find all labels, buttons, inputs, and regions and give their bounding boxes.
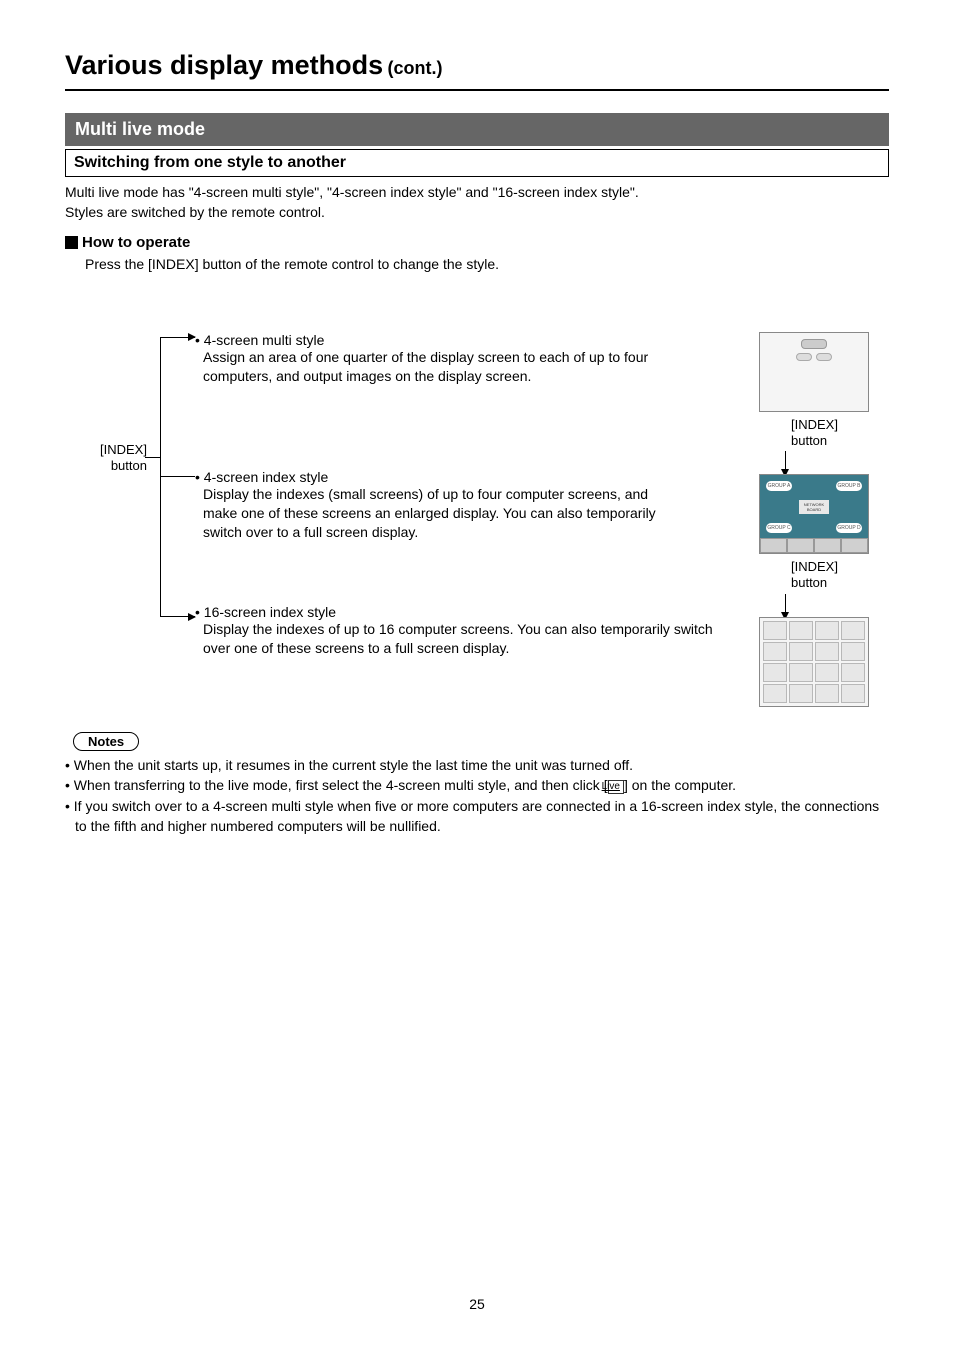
note-text: When transferring to the live mode, firs… xyxy=(74,777,608,793)
how-to-text: Press the [INDEX] button of the remote c… xyxy=(85,256,889,272)
group-node: GROUP C xyxy=(766,523,792,533)
arrow-right-icon xyxy=(160,617,190,618)
page-title-cont: (cont.) xyxy=(388,58,443,78)
style-title: • 4-screen index style xyxy=(195,469,675,485)
live-tag-icon: Live xyxy=(608,780,624,794)
note-text: ] on the computer. xyxy=(624,777,736,793)
style-desc: Display the indexes of up to 16 computer… xyxy=(203,620,715,658)
notes-list: • When the unit starts up, it resumes in… xyxy=(65,755,889,836)
page-number: 25 xyxy=(469,1296,485,1312)
note-item: • When the unit starts up, it resumes in… xyxy=(65,755,889,775)
title-underline xyxy=(65,89,889,91)
group-node: GROUP A xyxy=(766,481,792,491)
index-button-label: [INDEX] button xyxy=(791,417,869,448)
illustration-4index: GROUP A GROUP B GROUP C GROUP D NETWORK … xyxy=(759,474,869,554)
group-node: GROUP D xyxy=(836,523,862,533)
note-item: • If you switch over to a 4-screen multi… xyxy=(65,796,889,837)
style-block-4index: • 4-screen index style Display the index… xyxy=(195,469,675,542)
style-block-4multi: • 4-screen multi style Assign an area of… xyxy=(195,332,675,386)
index-button-label: [INDEX] button xyxy=(791,559,869,590)
note-item: • When transferring to the live mode, fi… xyxy=(65,775,889,795)
note-text: If you switch over to a 4-screen multi s… xyxy=(74,798,879,834)
style-title: • 4-screen multi style xyxy=(195,332,675,348)
page-header: Various display methods (cont.) xyxy=(65,50,889,81)
bracket-tick xyxy=(145,457,160,458)
illustration-16index xyxy=(759,617,869,707)
intro-text: Multi live mode has "4-screen multi styl… xyxy=(65,183,889,222)
projector-buttons-icon xyxy=(796,353,832,361)
intro-line-2: Styles are switched by the remote contro… xyxy=(65,204,325,220)
notes-section: Notes • When the unit starts up, it resu… xyxy=(65,732,889,836)
thumbnail-strip xyxy=(760,538,868,553)
diagram-illustrations: [INDEX] button GROUP A GROUP B GROUP C G… xyxy=(759,332,869,711)
square-bullet-icon xyxy=(65,236,78,249)
section-bar: Multi live mode xyxy=(65,113,889,146)
subsection-heading: Switching from one style to another xyxy=(65,149,889,177)
bracket-mid-line xyxy=(160,476,195,477)
intro-line-1: Multi live mode has "4-screen multi styl… xyxy=(65,184,639,200)
projector-icon xyxy=(801,339,827,349)
notes-heading: Notes xyxy=(73,732,139,751)
arrow-down-icon xyxy=(785,594,786,614)
arrow-right-icon xyxy=(160,337,190,338)
group-node: GROUP B xyxy=(836,481,862,491)
bracket-line xyxy=(160,337,195,617)
style-desc: Display the indexes (small screens) of u… xyxy=(203,485,675,542)
how-to-heading-text: How to operate xyxy=(82,234,190,251)
diagram-area: [INDEX] button • 4-screen multi style As… xyxy=(65,312,889,732)
illustration-4multi xyxy=(759,332,869,412)
style-block-16index: • 16-screen index style Display the inde… xyxy=(195,604,715,658)
how-to-heading: How to operate xyxy=(65,234,889,251)
arrow-down-icon xyxy=(785,451,786,471)
style-desc: Assign an area of one quarter of the dis… xyxy=(203,348,675,386)
network-layout: GROUP A GROUP B GROUP C GROUP D NETWORK … xyxy=(764,479,864,535)
page-title-main: Various display methods xyxy=(65,50,383,80)
network-center: NETWORK BOARD xyxy=(799,500,829,514)
style-title: • 16-screen index style xyxy=(195,604,715,620)
index-button-label-left: [INDEX] button xyxy=(100,442,147,473)
note-text: When the unit starts up, it resumes in t… xyxy=(74,757,633,773)
